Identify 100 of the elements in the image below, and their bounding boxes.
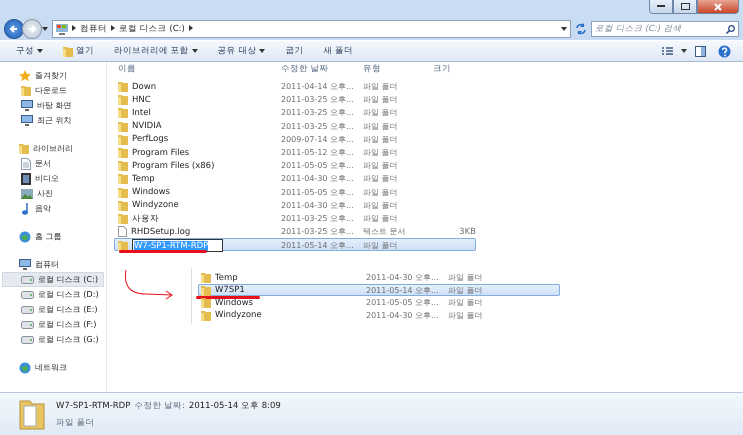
chevron-icon: [188, 25, 193, 33]
sidebar-group[interactable]: 컴퓨터: [2, 257, 104, 272]
sidebar-item[interactable]: 로컬 디스크 (C:): [2, 272, 104, 287]
back-button[interactable]: [4, 19, 24, 39]
column-header[interactable]: 이름: [118, 63, 281, 75]
search-field[interactable]: 로컬 디스크 (C:) 검색: [591, 21, 739, 37]
file-row[interactable]: W7SP1 2011-05-14 오후... 파일 폴더: [198, 284, 560, 296]
type-text: 파일 폴더: [363, 147, 399, 158]
file-name: Temp: [132, 174, 155, 184]
drive-icon: [21, 320, 34, 328]
date-text: 2011-03-25 오후...: [281, 226, 355, 238]
type-text: 파일 폴더: [363, 81, 399, 92]
chevron-icon: [72, 25, 76, 33]
folder-icon: [118, 186, 128, 198]
sidebar-item[interactable]: 사진: [2, 186, 104, 201]
folder-icon: [201, 297, 211, 308]
music-note-icon: [21, 202, 31, 214]
sidebar-item[interactable]: 바탕 화면: [2, 98, 104, 113]
toolbar-button[interactable]: 구성: [8, 43, 51, 59]
caret-icon[interactable]: [561, 27, 567, 31]
file-row[interactable]: PerfLogs 2009-07-14 오후... 파일 폴더: [114, 132, 476, 146]
sidebar-item[interactable]: 로컬 디스크 (F:): [2, 317, 104, 332]
date-text: 2011-05-05 오후...: [366, 297, 440, 308]
sidebar-group[interactable]: 즐겨찾기: [2, 68, 104, 83]
file-row[interactable]: Program Files (x86) 2011-05-05 오후... 파일 폴더: [114, 159, 476, 172]
sidebar-group[interactable]: 라이브러리: [2, 141, 104, 156]
folder-icon: [21, 85, 31, 96]
file-name: NVIDIA: [132, 121, 162, 132]
caret-icon: [37, 49, 43, 53]
minimize-button[interactable]: [649, 0, 673, 14]
close-button[interactable]: [697, 0, 739, 14]
sidebar-item[interactable]: 로컬 디스크 (D:): [2, 287, 104, 302]
monitor-icon: [19, 259, 31, 270]
globe-icon: [19, 230, 31, 242]
file-row[interactable]: HNC 2011-03-25 오후... 파일 폴더: [114, 93, 476, 106]
file-name: RHDSetup.log: [131, 226, 190, 237]
date-text: 2011-04-30 오후...: [281, 173, 355, 184]
file-row[interactable]: Intel 2011-03-25 오후... 파일 폴더: [114, 106, 476, 120]
file-name: Program Files: [132, 148, 190, 158]
column-header[interactable]: 크기: [433, 63, 478, 75]
sidebar-item[interactable]: 비디오: [2, 171, 104, 186]
folder-icon: [118, 107, 128, 118]
date-text: 2009-07-14 오후...: [281, 134, 355, 145]
file-row[interactable]: W7-SP1-RTM-RDP 2011-05-14 오후... 파일 폴더: [114, 238, 476, 252]
address-field[interactable]: 컴퓨터 로컬 디스크 (C:): [52, 20, 571, 38]
sidebar-group[interactable]: 네트워크: [2, 360, 104, 375]
sidebar-item[interactable]: 문서: [2, 156, 104, 171]
file-row[interactable]: Down 2011-04-14 오후... 파일 폴더: [114, 80, 476, 94]
toolbar-button[interactable]: 라이브러리에 포함: [106, 43, 206, 59]
folder-icon: [118, 147, 128, 158]
file-row[interactable]: NVIDIA 2011-03-25 오후... 파일 폴더: [114, 120, 476, 133]
file-row[interactable]: Temp 2011-04-30 오후... 파일 폴더: [198, 271, 560, 284]
sidebar-item[interactable]: 최근 위치: [2, 113, 104, 128]
right-arrow-icon: [27, 24, 37, 34]
sidebar-item[interactable]: 음악: [2, 201, 104, 216]
picture-icon: [21, 188, 33, 198]
file-row[interactable]: Windyzone 2011-04-30 오후... 파일 폴더: [114, 198, 476, 212]
file-row[interactable]: Windows 2011-05-05 오후... 파일 폴더: [114, 186, 476, 199]
type-text: 파일 폴더: [363, 107, 399, 118]
sidebar-item[interactable]: 다운로드: [2, 83, 104, 98]
column-header[interactable]: 수정한 날짜: [281, 63, 363, 75]
folder-icon: [118, 240, 128, 252]
file-row[interactable]: Windyzone 2011-04-30 오후... 파일 폴더: [198, 308, 560, 322]
type-text: 파일 폴더: [363, 186, 399, 198]
date-text: 2011-05-05 오후...: [281, 160, 355, 172]
column-header[interactable]: 유형: [363, 63, 433, 75]
file-name: HNC: [132, 94, 151, 105]
toolbar-button[interactable]: 굽기: [277, 43, 312, 59]
date-label: 수정한 날짜:: [134, 400, 185, 412]
breadcrumb[interactable]: 컴퓨터: [80, 23, 107, 35]
refresh-icon[interactable]: [575, 23, 587, 35]
document-icon: [118, 226, 127, 238]
date-text: 2011-04-30 오후...: [366, 272, 440, 284]
file-row[interactable]: RHDSetup.log 2011-03-25 오후... 텍스트 문서 3KB: [114, 225, 476, 238]
folder-icon: [19, 143, 29, 154]
file-row[interactable]: Temp 2011-04-30 오후... 파일 폴더: [114, 172, 476, 186]
file-row[interactable]: Program Files 2011-05-12 오후... 파일 폴더: [114, 146, 476, 160]
breadcrumb[interactable]: 로컬 디스크 (C:): [119, 23, 185, 35]
type-text: 텍스트 문서: [363, 226, 407, 238]
file-row[interactable]: 사용자 2011-03-25 오후... 파일 폴더: [114, 212, 476, 226]
date-text: 2011-05-14 오후 8:09: [188, 400, 281, 412]
close-icon: [714, 2, 722, 10]
toolbar-button[interactable]: 새 폴더: [315, 43, 362, 59]
sidebar-item[interactable]: 로컬 디스크 (G:): [2, 332, 104, 347]
sidebar-group[interactable]: 홈 그룹: [2, 229, 104, 244]
computer-icon: [56, 24, 68, 34]
globe-icon: [19, 362, 31, 374]
size-text: 3KB: [458, 226, 477, 237]
file-name: Down: [132, 82, 156, 92]
date-text: 2011-05-12 오후...: [281, 147, 355, 158]
type-text: 파일 폴더: [363, 200, 399, 211]
maximize-button[interactable]: [673, 0, 697, 14]
caret-icon[interactable]: [42, 27, 48, 31]
caret-icon: [192, 49, 198, 53]
file-row[interactable]: Windows 2011-05-05 오후... 파일 폴더: [198, 296, 560, 309]
toolbar-button[interactable]: 공유 대상: [210, 43, 274, 59]
folder-icon: [201, 310, 211, 321]
caret-icon[interactable]: [681, 49, 687, 53]
sidebar-item[interactable]: 로컬 디스크 (E:): [2, 302, 104, 317]
toolbar-button[interactable]: 열기: [55, 43, 102, 59]
